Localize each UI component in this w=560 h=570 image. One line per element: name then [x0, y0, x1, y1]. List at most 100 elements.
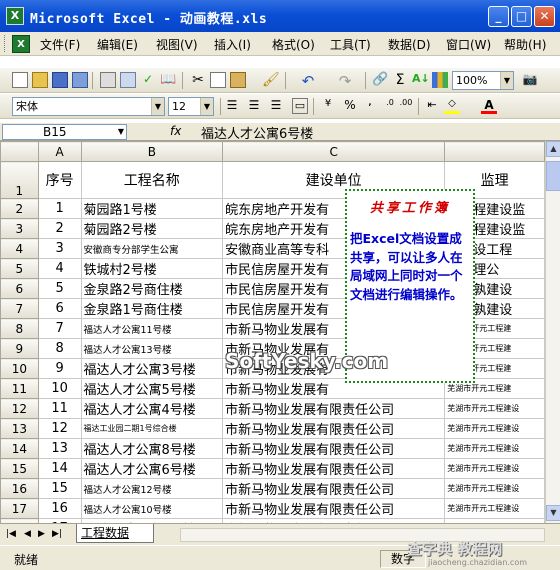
sheet-tab[interactable]: 工程数据 — [76, 524, 154, 543]
vertical-scrollbar[interactable]: ▲ ▼ — [545, 141, 560, 523]
row-header[interactable]: 14 — [0, 438, 39, 459]
cell-seq[interactable]: 11 — [37, 398, 82, 419]
cell-seq[interactable]: 8 — [37, 338, 82, 359]
cell-project-name[interactable]: 金泉路1号商住楼 — [80, 298, 224, 319]
font-color-icon[interactable]: A — [481, 98, 497, 114]
menu-help[interactable]: 帮助(H) — [504, 36, 546, 53]
cell-seq[interactable]: 4 — [37, 258, 82, 279]
menu-edit[interactable]: 编辑(E) — [97, 36, 138, 53]
column-header-c[interactable]: C — [222, 141, 446, 162]
menu-tools[interactable]: 工具(T) — [330, 36, 371, 53]
copy-icon[interactable] — [210, 72, 226, 88]
column-header-d[interactable] — [444, 141, 545, 162]
menu-file[interactable]: 文件(F) — [40, 36, 80, 53]
cell-project-name[interactable]: 福达人才公寓5号楼 — [80, 378, 224, 399]
cell-supervisor[interactable]: 芜湖市开元工程建设 — [444, 398, 545, 419]
sort-icon[interactable]: A↓ — [412, 72, 430, 88]
cell-builder[interactable]: 市新马物业发展有限责任公司 — [222, 478, 446, 499]
scroll-thumb[interactable] — [546, 161, 560, 191]
format-painter-icon[interactable]: 🖌 — [262, 72, 280, 88]
row-header[interactable]: 3 — [0, 218, 39, 239]
select-all-corner[interactable] — [0, 141, 39, 162]
permission-icon[interactable] — [72, 72, 88, 88]
prev-sheet-button[interactable]: ◀ — [24, 529, 31, 539]
last-sheet-button[interactable]: ▶| — [52, 529, 62, 539]
zoom-select[interactable]: 100% ▼ — [452, 71, 514, 90]
name-box[interactable]: B15 ▼ — [2, 124, 127, 140]
cell-project-name[interactable]: 福达人才公寓10号楼 — [80, 498, 224, 519]
menu-view[interactable]: 视图(V) — [156, 36, 198, 53]
row-header[interactable]: 17 — [0, 498, 39, 519]
formula-input[interactable]: 福达人才公寓6号楼 — [201, 123, 313, 142]
increase-decimal-icon[interactable]: .0 — [382, 98, 398, 114]
row-header[interactable]: 4 — [0, 238, 39, 259]
workbook-icon[interactable]: X — [12, 35, 30, 53]
row-header[interactable]: 5 — [0, 258, 39, 279]
cell-project-name[interactable]: 福达人才公寓4号楼 — [80, 398, 224, 419]
cell-seq[interactable]: 6 — [37, 298, 82, 319]
close-button[interactable]: ✕ — [534, 6, 555, 27]
open-icon[interactable] — [32, 72, 48, 88]
row-header[interactable]: 9 — [0, 338, 39, 359]
first-sheet-button[interactable]: |◀ — [6, 529, 16, 539]
align-center-icon[interactable]: ☰ — [246, 98, 262, 114]
menu-grip[interactable] — [4, 35, 7, 52]
cell-seq[interactable]: 序号 — [37, 161, 82, 199]
cell-project-name[interactable]: 福达人才公寓8号楼 — [80, 438, 224, 459]
cut-icon[interactable]: ✂ — [190, 72, 206, 88]
autosum-icon[interactable]: Σ — [392, 72, 408, 88]
row-header[interactable]: 8 — [0, 318, 39, 339]
excel-app-icon[interactable]: X — [6, 7, 24, 25]
paste-icon[interactable] — [230, 72, 246, 88]
scroll-down-button[interactable]: ▼ — [546, 505, 560, 521]
cell-builder[interactable]: 市新马物业发展有限责任公司 — [222, 398, 446, 419]
decrease-decimal-icon[interactable]: .00 — [398, 98, 414, 114]
chevron-down-icon[interactable]: ▼ — [151, 98, 164, 115]
cell-seq[interactable]: 1 — [37, 198, 82, 219]
camera-icon[interactable]: 📷 — [522, 72, 538, 88]
cell-seq[interactable]: 12 — [37, 418, 82, 439]
scroll-up-button[interactable]: ▲ — [546, 141, 560, 157]
comma-style-icon[interactable]: , — [362, 98, 378, 114]
print-icon[interactable] — [100, 72, 116, 88]
menu-data[interactable]: 数据(D) — [388, 36, 431, 53]
spelling-icon[interactable]: ✓ — [140, 72, 156, 88]
cell-seq[interactable]: 14 — [37, 458, 82, 479]
chevron-down-icon[interactable]: ▼ — [118, 125, 124, 139]
row-header[interactable]: 2 — [0, 198, 39, 219]
cell-supervisor[interactable]: 芜湖市开元工程建设 — [444, 498, 545, 519]
cell-project-name[interactable]: 福达人才公寓3号楼 — [80, 358, 224, 379]
cell-supervisor[interactable]: 芜湖市开元工程建设 — [444, 458, 545, 479]
menu-insert[interactable]: 插入(I) — [214, 36, 251, 53]
cell-project-name[interactable]: 菊园路2号楼 — [80, 218, 224, 239]
menu-window[interactable]: 窗口(W) — [446, 36, 491, 53]
print-preview-icon[interactable] — [120, 72, 136, 88]
undo-icon[interactable]: ↶ — [300, 72, 316, 90]
chevron-down-icon[interactable]: ▼ — [500, 72, 513, 89]
column-header-b[interactable]: B — [80, 141, 224, 162]
percent-icon[interactable]: % — [342, 98, 358, 114]
row-header[interactable]: 11 — [0, 378, 39, 399]
table-row[interactable]: 13 12 福达工业园二期1号综合楼 市新马物业发展有限责任公司 芜湖市开元工程建设 — [0, 418, 545, 439]
cell-seq[interactable]: 3 — [37, 238, 82, 259]
decrease-indent-icon[interactable]: ⇤ — [424, 98, 440, 114]
fill-color-icon[interactable]: ◇ — [444, 98, 460, 114]
row-header[interactable]: 1 — [0, 161, 39, 199]
cell-supervisor[interactable]: 芜湖市开元工程建设 — [444, 438, 545, 459]
row-header[interactable]: 6 — [0, 278, 39, 299]
cell-builder[interactable]: 市新马物业发展有限责任公司 — [222, 418, 446, 439]
cell-project-name[interactable]: 工程名称 — [80, 161, 224, 199]
merge-center-icon[interactable]: ▭ — [292, 98, 308, 114]
table-row[interactable]: 16 15 福达人才公寓12号楼 市新马物业发展有限责任公司 芜湖市开元工程建设 — [0, 478, 545, 499]
cell-builder[interactable]: 市新马物业发展有限责任公司 — [222, 438, 446, 459]
cell-project-name[interactable]: 福达人才公寓12号楼 — [80, 478, 224, 499]
column-header-a[interactable]: A — [37, 141, 82, 162]
font-select[interactable]: 宋体 ▼ — [12, 97, 165, 116]
align-left-icon[interactable]: ☰ — [224, 98, 240, 114]
insert-function-icon[interactable]: fx — [170, 124, 181, 138]
cell-supervisor[interactable]: 芜湖市开元工程建设 — [444, 478, 545, 499]
hyperlink-icon[interactable]: 🔗 — [372, 72, 388, 88]
save-icon[interactable] — [52, 72, 68, 88]
research-icon[interactable]: 📖 — [160, 72, 176, 88]
cell-project-name[interactable]: 铁城村2号楼 — [80, 258, 224, 279]
